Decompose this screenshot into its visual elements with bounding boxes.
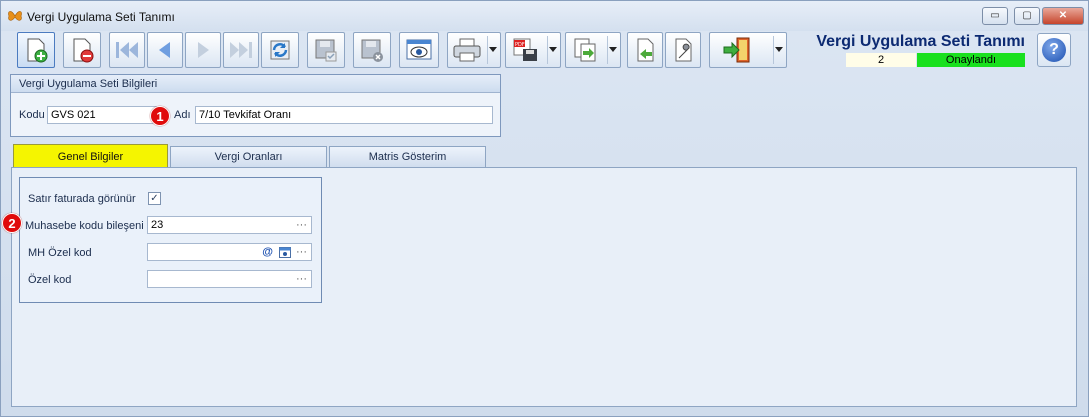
annotation-marker-1: 1 bbox=[150, 106, 170, 126]
copy-button[interactable] bbox=[565, 32, 621, 68]
split-divider bbox=[607, 36, 608, 64]
document-back-arrow-icon bbox=[637, 38, 654, 62]
butterfly-logo-icon bbox=[7, 8, 23, 24]
save-button[interactable] bbox=[307, 32, 345, 68]
name-label: Adı bbox=[174, 109, 191, 121]
exit-button[interactable] bbox=[709, 32, 787, 68]
preview-button[interactable] bbox=[399, 32, 439, 68]
eye-window-icon bbox=[406, 39, 432, 60]
refresh-button[interactable] bbox=[261, 32, 299, 68]
export-pdf-button[interactable]: PDF bbox=[505, 32, 561, 68]
mh-code-input[interactable]: @ ··· bbox=[147, 243, 312, 261]
split-divider bbox=[487, 36, 488, 64]
new-document-plus-icon bbox=[27, 38, 48, 63]
document-minus-icon bbox=[73, 38, 94, 63]
skip-first-icon bbox=[116, 42, 138, 58]
save-close-button[interactable] bbox=[353, 32, 391, 68]
tab-matris-gosterim[interactable]: Matris Gösterim bbox=[329, 146, 486, 168]
restore-button[interactable]: ▢ bbox=[1014, 7, 1040, 25]
svg-text:PDF: PDF bbox=[515, 42, 525, 48]
status-badge: Onaylandı bbox=[917, 53, 1025, 67]
new-record-button[interactable] bbox=[17, 32, 55, 68]
tab-vergi-oranlari[interactable]: Vergi Oranları bbox=[170, 146, 327, 168]
info-groupbox-title: Vergi Uygulama Seti Bilgileri bbox=[11, 75, 500, 93]
previous-record-button[interactable] bbox=[147, 32, 183, 68]
split-divider bbox=[773, 36, 774, 64]
accounting-code-ellipsis-button[interactable]: ··· bbox=[296, 217, 307, 233]
title-bar: Vergi Uygulama Seti Tanımı ▭ ▢ ✕ bbox=[1, 1, 1088, 31]
refresh-icon bbox=[270, 40, 290, 60]
accounting-code-label: Muhasebe kodu bileşeni bbox=[25, 220, 144, 232]
delete-record-button[interactable] bbox=[63, 32, 101, 68]
form-title: Vergi Uygulama Seti Tanımı bbox=[816, 33, 1025, 50]
special-code-label: Özel kod bbox=[28, 274, 72, 286]
help-question-icon: ? bbox=[1042, 38, 1066, 62]
print-button[interactable] bbox=[447, 32, 501, 68]
triangle-left-icon bbox=[159, 42, 170, 58]
pdf-save-icon: PDF bbox=[513, 38, 537, 61]
tools-button[interactable] bbox=[665, 32, 701, 68]
dropdown-arrow-icon[interactable] bbox=[609, 47, 617, 52]
next-record-button[interactable] bbox=[185, 32, 221, 68]
record-number: 2 bbox=[846, 53, 916, 67]
exit-door-icon bbox=[723, 37, 750, 63]
first-record-button[interactable] bbox=[109, 32, 145, 68]
lookup-icon[interactable] bbox=[279, 247, 291, 260]
name-input[interactable]: 7/10 Tevkifat Oranı bbox=[195, 106, 493, 124]
show-on-line-checkbox[interactable]: ✓ bbox=[148, 192, 161, 205]
minimize-button[interactable]: ▭ bbox=[982, 7, 1008, 25]
help-button[interactable]: ? bbox=[1037, 33, 1071, 67]
at-icon[interactable]: @ bbox=[262, 244, 273, 260]
code-label: Kodu bbox=[19, 109, 45, 121]
mh-code-label: MH Özel kod bbox=[28, 247, 92, 259]
dropdown-arrow-icon[interactable] bbox=[549, 47, 557, 52]
annotation-marker-2: 2 bbox=[2, 213, 22, 233]
dropdown-arrow-icon[interactable] bbox=[775, 47, 783, 52]
special-code-input[interactable]: ··· bbox=[147, 270, 312, 288]
import-button[interactable] bbox=[627, 32, 663, 68]
window-title: Vergi Uygulama Seti Tanımı bbox=[27, 10, 175, 24]
special-code-ellipsis-button[interactable]: ··· bbox=[296, 271, 307, 287]
floppy-x-icon bbox=[361, 39, 383, 62]
floppy-check-icon bbox=[315, 39, 337, 62]
dropdown-arrow-icon[interactable] bbox=[489, 47, 497, 52]
accounting-code-value: 23 bbox=[151, 219, 164, 231]
triangle-right-icon bbox=[198, 42, 209, 58]
mh-code-ellipsis-button[interactable]: ··· bbox=[296, 244, 307, 260]
skip-last-icon bbox=[230, 42, 252, 58]
app-window: Vergi Uygulama Seti Tanımı ▭ ▢ ✕ PDF Ver… bbox=[0, 0, 1089, 417]
split-divider bbox=[547, 36, 548, 64]
last-record-button[interactable] bbox=[223, 32, 259, 68]
printer-icon bbox=[453, 38, 481, 62]
document-arrow-icon bbox=[574, 38, 596, 62]
code-input[interactable]: GVS 021 bbox=[47, 106, 157, 124]
close-button[interactable]: ✕ bbox=[1042, 7, 1084, 25]
accounting-code-input[interactable]: 23 ··· bbox=[147, 216, 312, 234]
show-on-line-label: Satır faturada görünür bbox=[28, 193, 136, 205]
wrench-document-icon bbox=[675, 38, 692, 62]
